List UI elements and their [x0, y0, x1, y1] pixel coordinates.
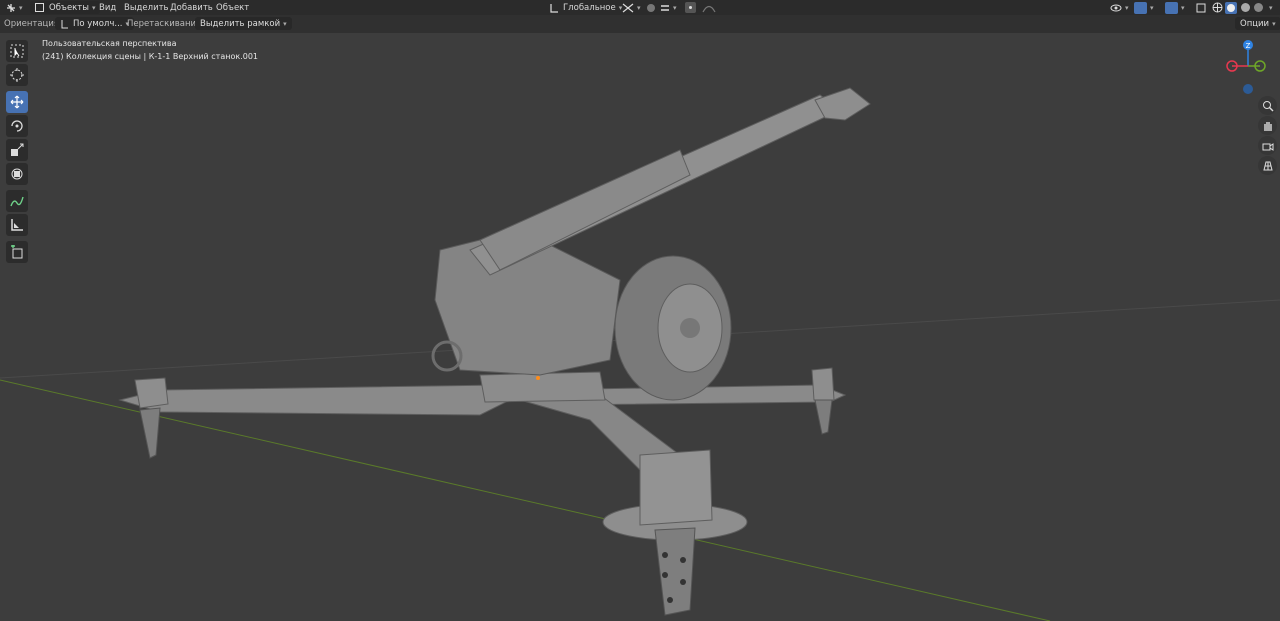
viewport-header: ▾ Объекты ▾ Вид Выделить Добавить Объект … [0, 0, 1280, 15]
proportional-edit-icon [685, 2, 696, 13]
zoom-icon [1262, 100, 1273, 111]
eye-icon [1110, 4, 1122, 11]
z-axis-label: Z [1246, 42, 1251, 50]
drag-label: Перетаскивание: [127, 19, 205, 29]
move-icon [10, 95, 24, 109]
magnet-icon [647, 3, 655, 12]
snap-toggle[interactable] [646, 1, 656, 14]
rotate-icon [11, 120, 23, 132]
select-box-icon [10, 44, 24, 58]
perspective-toggle-button[interactable] [1258, 156, 1277, 175]
measure-icon [11, 219, 23, 231]
add-cube-tool[interactable] [6, 241, 28, 263]
snap-target-dropdown[interactable]: ▾ [660, 1, 677, 14]
muzzle-brake [814, 87, 871, 121]
mode-selector[interactable]: Объекты ▾ [30, 1, 101, 14]
scale-icon [11, 143, 24, 156]
camera-view-button[interactable] [1258, 136, 1277, 155]
transform-tool[interactable] [6, 163, 28, 185]
scale-tool[interactable] [6, 139, 28, 161]
add-cube-icon [11, 245, 23, 259]
origin-dot [536, 376, 540, 380]
orientation-dropdown[interactable]: По умолч... ▾ [55, 17, 135, 30]
transform-icon [11, 168, 23, 180]
options-dropdown[interactable]: Опции ▾ [1235, 17, 1280, 30]
pivot-point-button[interactable]: ▾ [622, 1, 641, 14]
drag-dropdown[interactable]: Выделить рамкой ▾ [195, 17, 292, 30]
3d-viewport[interactable] [0, 0, 1280, 621]
view-name: Пользовательская перспектива [42, 39, 177, 48]
measure-tool[interactable] [6, 214, 28, 236]
cursor-tool[interactable] [6, 64, 28, 86]
zoom-button[interactable] [1258, 96, 1277, 115]
chevron-down-icon: ▾ [1269, 3, 1273, 12]
menu-select[interactable]: Выделить [124, 1, 169, 14]
gizmo-toggle[interactable]: ▾ [1134, 1, 1154, 14]
rendered-shading-icon [1254, 3, 1263, 12]
transform-orientation-dropdown[interactable]: Глобальное ▾ [549, 1, 622, 14]
menu-view[interactable]: Вид [99, 1, 116, 14]
grid-icon [1262, 161, 1273, 170]
xray-icon [1196, 3, 1206, 12]
gizmo-icon [1134, 1, 1147, 14]
shading-material[interactable] [1240, 1, 1251, 14]
scene-render [0, 87, 1280, 621]
pan-button[interactable] [1258, 116, 1277, 135]
shading-rendered[interactable] [1253, 1, 1264, 14]
neg-z-axis-handle [1243, 84, 1253, 94]
object-info: (241) Коллекция сцены | К-1-1 Верхний ст… [42, 52, 259, 61]
shading-solid[interactable] [1225, 1, 1237, 14]
pivot-icon [622, 3, 634, 12]
overlay-icon [1165, 1, 1178, 14]
rotate-tool[interactable] [6, 115, 28, 137]
orientation-axis-icon [61, 19, 68, 28]
move-tool[interactable] [6, 91, 28, 113]
tool-settings-header: Ориентация: По умолч... ▾ Перетаскивание:… [0, 15, 1280, 33]
menu-add[interactable]: Добавить [170, 1, 213, 14]
orientation-icon [550, 3, 558, 13]
shading-dropdown[interactable]: ▾ [1266, 1, 1273, 14]
menu-object[interactable]: Объект [216, 1, 249, 14]
camera-icon [1262, 142, 1273, 151]
annotate-icon [10, 196, 24, 207]
solid-shading-icon [1225, 1, 1237, 14]
visibility-dropdown[interactable]: ▾ [1110, 1, 1129, 14]
xray-toggle[interactable] [1196, 1, 1206, 14]
falloff-icon [702, 5, 716, 12]
select-box-tool[interactable] [6, 40, 28, 62]
proportional-edit-toggle[interactable] [685, 1, 696, 14]
falloff-dropdown[interactable] [702, 1, 716, 14]
editor-type-icon [7, 3, 15, 12]
material-shading-icon [1241, 3, 1250, 12]
annotate-tool[interactable] [6, 190, 28, 212]
shading-wireframe[interactable] [1212, 1, 1223, 14]
hand-icon [1263, 121, 1272, 131]
wireframe-shading-icon [1212, 2, 1223, 13]
mode-label: Объекты [49, 2, 89, 13]
object-mode-icon [35, 3, 44, 12]
cursor-icon [10, 68, 24, 82]
orientation-label: Ориентация: [4, 19, 62, 29]
navigation-gizmo[interactable]: Z [1220, 36, 1276, 96]
editor-type-button[interactable]: ▾ [6, 1, 23, 14]
snap-increment-icon [661, 4, 669, 11]
overlay-toggle[interactable]: ▾ [1165, 1, 1185, 14]
left-trail [118, 384, 522, 416]
